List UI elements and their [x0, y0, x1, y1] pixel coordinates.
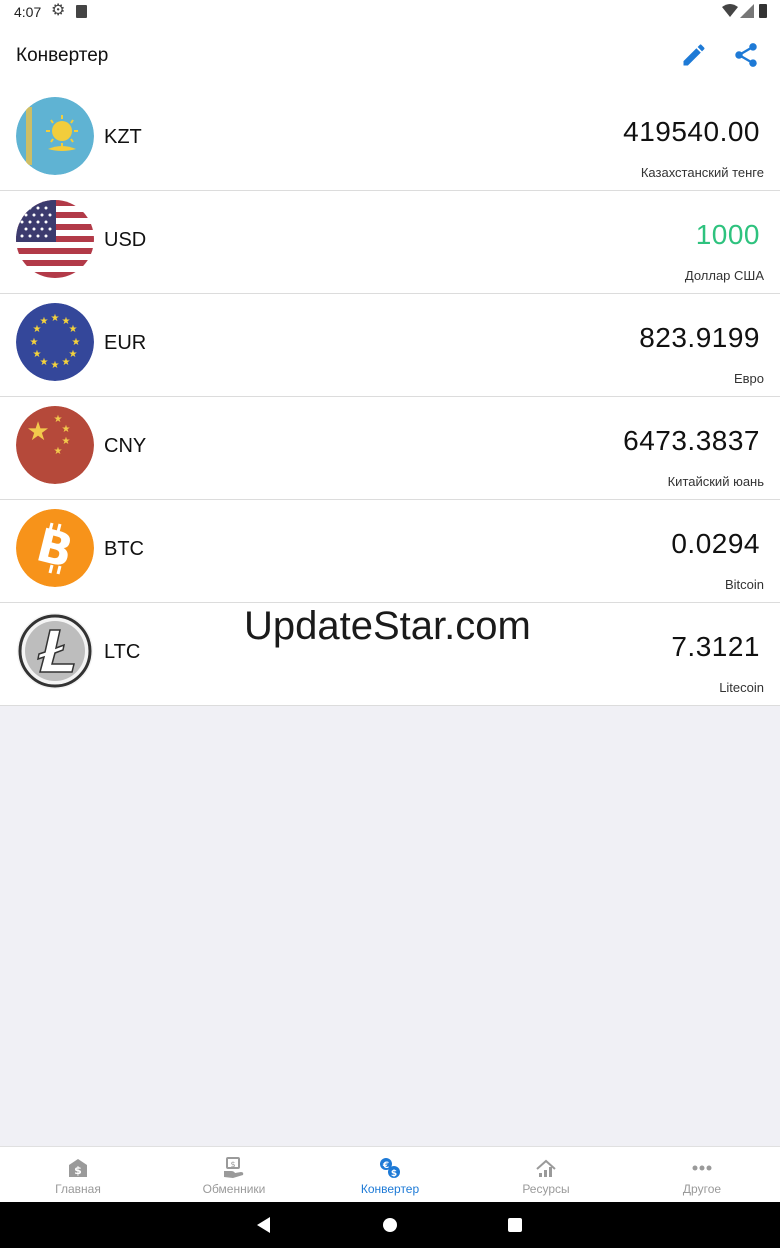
- currency-value[interactable]: 7.3121: [671, 631, 760, 663]
- nav-label: Обменники: [202, 1182, 266, 1196]
- home-dollar-icon: $: [69, 1159, 87, 1177]
- nav-item-exchangers[interactable]: $ Обменники: [156, 1147, 312, 1202]
- svg-text:★: ★: [62, 436, 71, 447]
- currency-code: BTC: [104, 538, 144, 560]
- currency-row-usd[interactable]: USD 1000 Доллар США: [0, 191, 780, 294]
- svg-text:$: $: [391, 1169, 397, 1179]
- nav-item-resources[interactable]: Ресурсы: [468, 1147, 624, 1202]
- svg-text:$: $: [230, 1160, 235, 1169]
- nav-label: Другое: [682, 1182, 722, 1196]
- china-flag-icon: ★ ★ ★ ★ ★: [16, 406, 94, 484]
- wifi-icon: [722, 4, 738, 17]
- litecoin-logo-icon: [17, 613, 93, 689]
- currency-row-btc[interactable]: B BTC 0.0294 Bitcoin: [0, 500, 780, 603]
- currency-row-cny[interactable]: ★ ★ ★ ★ ★ CNY 6473.3837 Китайский юань: [0, 397, 780, 500]
- currency-name: Litecoin: [719, 680, 764, 695]
- svg-text:★: ★: [62, 357, 71, 368]
- battery-icon: [759, 4, 767, 18]
- nav-item-home[interactable]: $ Главная: [0, 1147, 156, 1202]
- status-time: 4:07: [14, 4, 42, 20]
- currency-name: Казахстанский тенге: [640, 165, 764, 180]
- currency-value[interactable]: 0.0294: [671, 528, 760, 560]
- currency-value[interactable]: 823.9199: [639, 322, 760, 354]
- currency-name: Китайский юань: [667, 474, 764, 489]
- share-icon[interactable]: [732, 41, 760, 69]
- edit-pencil-icon[interactable]: [680, 41, 708, 69]
- page-title: Конвертер: [16, 45, 109, 66]
- currency-code: KZT: [104, 126, 142, 148]
- svg-text:★: ★: [51, 360, 60, 371]
- svg-text:★: ★: [30, 337, 39, 348]
- nav-label: Главная: [55, 1182, 101, 1196]
- currency-row-kzt[interactable]: KZT 419540.00 Казахстанский тенге: [0, 88, 780, 191]
- svg-text:€: €: [382, 1161, 389, 1171]
- currency-row-eur[interactable]: ★ ★ ★ ★ ★ ★ ★ ★ ★ ★ ★ ★ EUR 823.9199 Евр…: [0, 294, 780, 397]
- svg-text:★: ★: [54, 446, 63, 457]
- svg-text:★: ★: [33, 349, 42, 360]
- exchange-hand-icon: $: [224, 1157, 244, 1178]
- kazakhstan-flag-icon: [16, 97, 94, 175]
- sd-card-icon: [76, 5, 87, 18]
- svg-text:★: ★: [62, 424, 71, 435]
- nav-label: Конвертер: [360, 1182, 420, 1196]
- system-nav-bar: [0, 1202, 780, 1248]
- currency-code: USD: [104, 229, 147, 251]
- currency-code: CNY: [104, 435, 147, 457]
- svg-text:★: ★: [72, 337, 81, 348]
- svg-text:★: ★: [26, 417, 49, 447]
- recent-apps-icon[interactable]: [508, 1218, 522, 1232]
- more-dots-icon: [692, 1165, 712, 1171]
- nav-item-other[interactable]: Другое: [624, 1147, 780, 1202]
- currency-code: EUR: [104, 332, 147, 354]
- currency-name: Bitcoin: [724, 577, 764, 592]
- nav-label: Ресурсы: [522, 1182, 570, 1196]
- bottom-nav: $ Главная $ Обменники € $ Конвертер Ресу…: [0, 1146, 780, 1202]
- app-bar: Конвертер: [0, 24, 780, 88]
- watermark-text: UpdateStar.com: [244, 604, 531, 648]
- back-icon[interactable]: [256, 1217, 272, 1233]
- eu-flag-icon: ★ ★ ★ ★ ★ ★ ★ ★ ★ ★ ★ ★: [16, 303, 94, 381]
- home-icon[interactable]: [383, 1218, 397, 1232]
- svg-text:$: $: [74, 1164, 82, 1177]
- currency-code: LTC: [104, 641, 141, 663]
- currency-value[interactable]: 419540.00: [623, 116, 760, 148]
- status-bar: 4:07 ⚙: [0, 0, 780, 24]
- signal-icon: [740, 4, 754, 18]
- nav-item-converter[interactable]: € $ Конвертер: [312, 1147, 468, 1202]
- svg-text:★: ★: [69, 324, 78, 335]
- currency-value[interactable]: 1000: [696, 219, 760, 251]
- settings-status-icon: ⚙: [51, 2, 66, 19]
- svg-text:★: ★: [40, 316, 49, 327]
- currency-value[interactable]: 6473.3837: [623, 425, 760, 457]
- bitcoin-logo-icon: B: [16, 509, 94, 587]
- usa-flag-icon: [16, 200, 94, 278]
- currency-name: Евро: [733, 371, 764, 386]
- converter-icon: € $: [380, 1158, 400, 1179]
- resources-icon: [536, 1159, 556, 1177]
- svg-text:★: ★: [51, 313, 60, 324]
- currency-name: Доллар США: [684, 268, 764, 283]
